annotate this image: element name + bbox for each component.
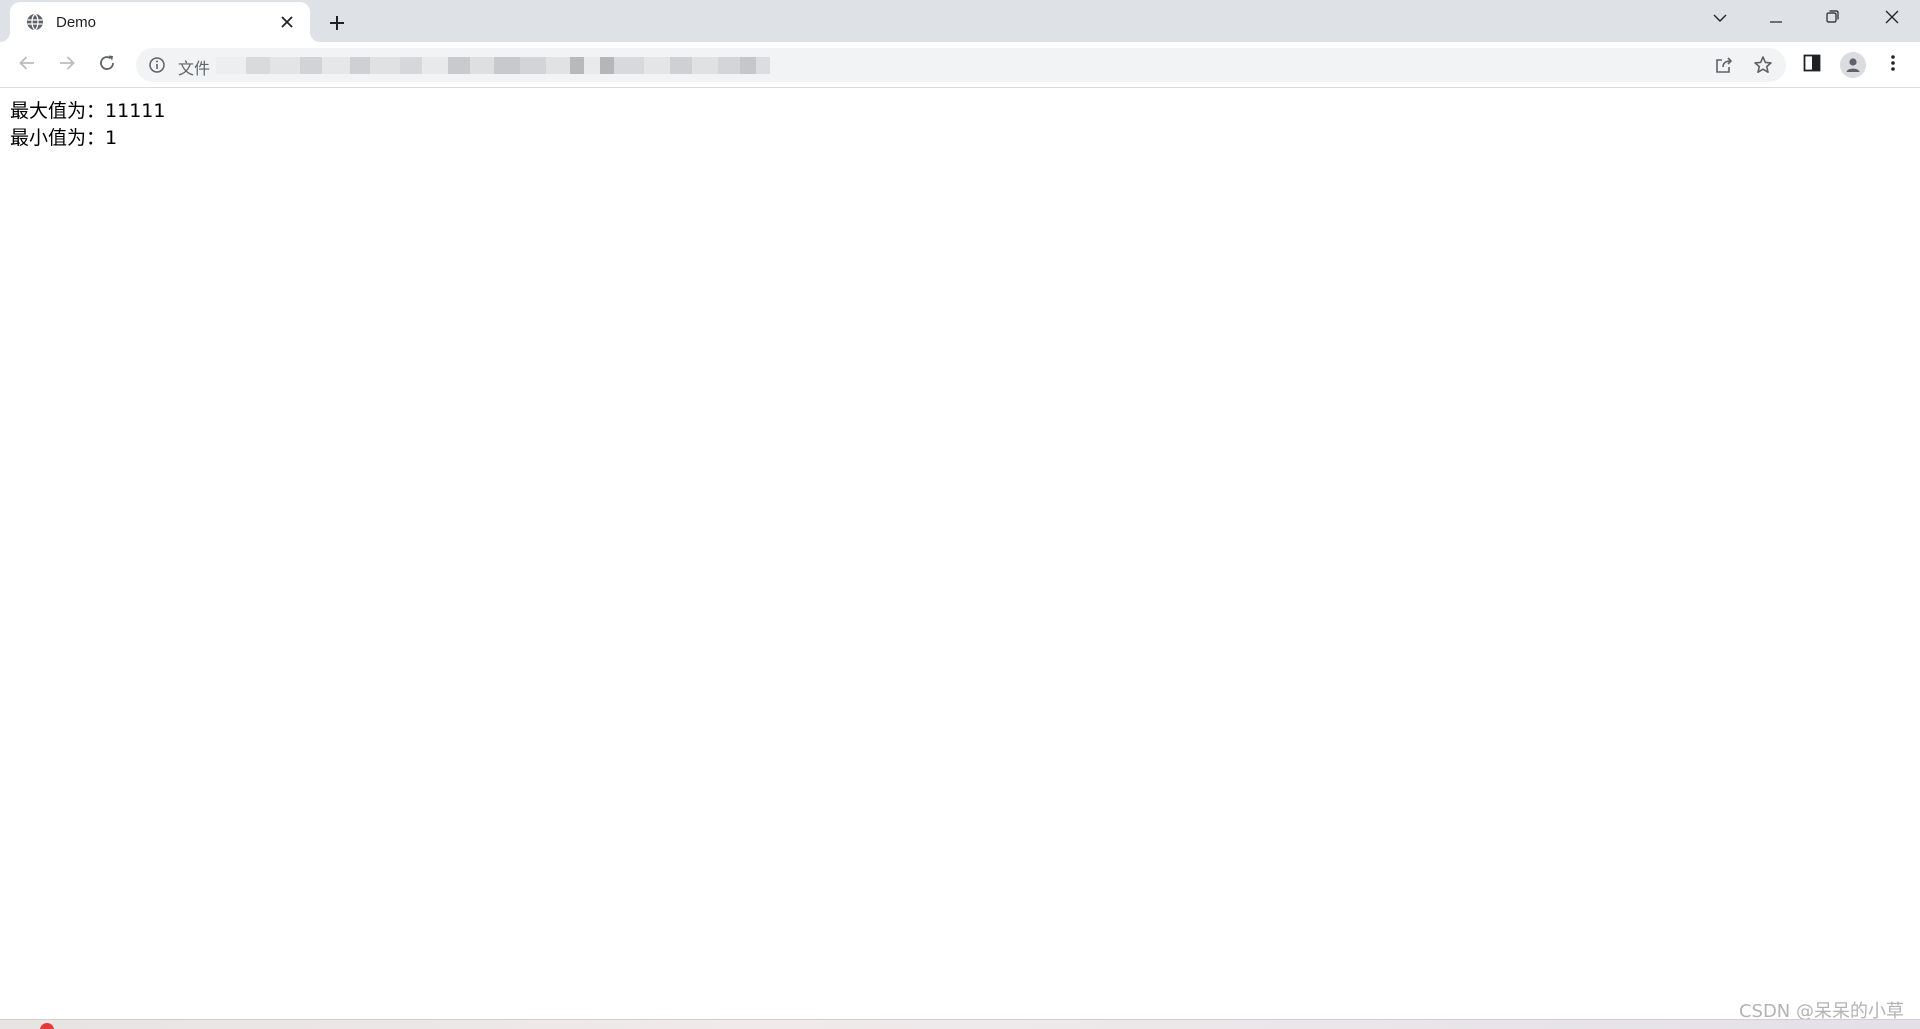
taskbar-strip	[0, 1019, 1920, 1029]
info-icon[interactable]	[148, 56, 166, 74]
share-icon[interactable]	[1711, 52, 1737, 78]
address-url-blurred	[216, 57, 812, 74]
reload-button[interactable]	[91, 49, 123, 81]
min-value-line: 最小值为：1	[10, 125, 165, 152]
profile-button[interactable]	[1837, 49, 1869, 81]
profile-icon	[1840, 52, 1866, 78]
address-bar[interactable]: 文件	[136, 48, 1786, 82]
restore-icon	[1825, 10, 1839, 28]
restore-button[interactable]	[1804, 0, 1860, 38]
min-value: 1	[105, 127, 118, 149]
side-panel-icon	[1803, 54, 1821, 77]
close-window-button[interactable]	[1864, 0, 1920, 38]
max-value: 11111	[105, 100, 166, 122]
more-vertical-icon	[1890, 54, 1896, 77]
max-value-label: 最大值为：	[10, 100, 106, 122]
tab-title: Demo	[56, 13, 97, 31]
new-tab-button[interactable]	[322, 8, 352, 38]
chevron-down-icon	[1713, 10, 1727, 28]
back-button[interactable]	[11, 49, 43, 81]
tab-search-button[interactable]	[1692, 0, 1748, 38]
browser-toolbar: 文件	[0, 42, 1920, 88]
address-scheme-label: 文件	[178, 59, 211, 78]
forward-button[interactable]	[51, 49, 83, 81]
tab-demo[interactable]: Demo	[10, 2, 310, 42]
max-value-line: 最大值为：11111	[10, 98, 165, 125]
arrow-right-icon	[58, 54, 76, 77]
minimize-icon	[1770, 10, 1782, 28]
arrow-left-icon	[18, 54, 36, 77]
close-icon	[1885, 10, 1899, 29]
side-panel-button[interactable]	[1796, 49, 1828, 81]
page-content: 最大值为：11111 最小值为：1	[10, 98, 165, 152]
tab-close-icon[interactable]	[276, 11, 298, 33]
min-value-label: 最小值为：	[10, 127, 106, 149]
reload-icon	[98, 54, 116, 77]
star-icon[interactable]	[1750, 52, 1776, 78]
globe-icon	[26, 13, 44, 31]
tab-strip: Demo	[0, 0, 1920, 42]
more-menu-button[interactable]	[1877, 49, 1909, 81]
minimize-button[interactable]	[1748, 0, 1804, 38]
